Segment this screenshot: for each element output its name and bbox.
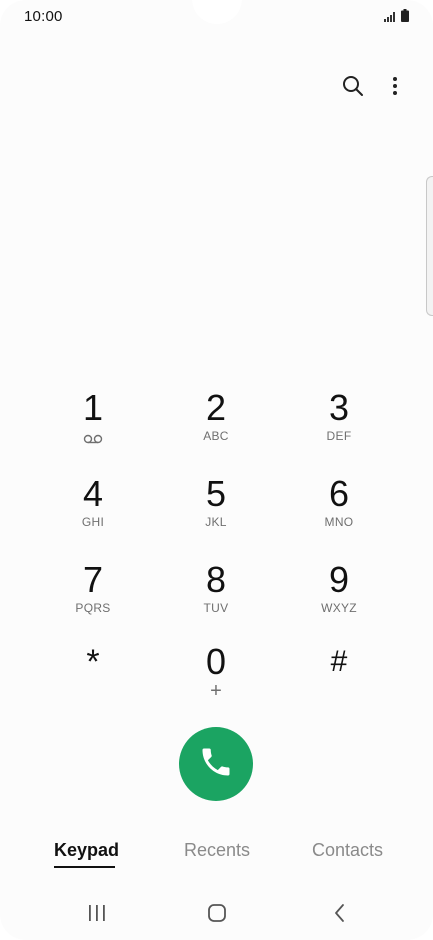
top-actions — [339, 72, 409, 100]
key-7[interactable]: 7 PQRS — [38, 560, 148, 630]
key-letters: + — [210, 680, 222, 702]
key-digit: 2 — [205, 387, 227, 428]
key-digit: 5 — [205, 473, 227, 514]
key-letters: GHI — [81, 515, 105, 529]
key-4[interactable]: 4 GHI — [38, 474, 148, 544]
key-letters: JKL — [205, 515, 227, 529]
bottom-tabs: Keypad Recents Contacts — [0, 840, 433, 876]
key-3[interactable]: 3 DEF — [284, 388, 394, 458]
back-icon[interactable] — [320, 900, 360, 926]
key-5[interactable]: 5 JKL — [161, 474, 271, 544]
status-time: 10:00 — [24, 8, 63, 25]
search-icon[interactable] — [339, 72, 367, 100]
key-digit: 1 — [82, 387, 104, 428]
key-6[interactable]: 6 MNO — [284, 474, 394, 544]
tab-recents[interactable]: Recents — [184, 840, 250, 861]
home-icon[interactable] — [197, 900, 237, 926]
battery-icon — [401, 9, 409, 27]
tab-contacts[interactable]: Contacts — [312, 840, 383, 861]
voicemail-icon — [83, 431, 103, 444]
key-digit: 4 — [82, 473, 104, 514]
more-options-icon[interactable] — [381, 72, 409, 100]
key-digit: 0 — [205, 641, 227, 682]
key-hash[interactable]: # — [284, 642, 394, 712]
key-letters: PQRS — [75, 601, 111, 615]
key-digit: 6 — [328, 473, 350, 514]
tab-keypad[interactable]: Keypad — [54, 840, 119, 861]
key-9[interactable]: 9 WXYZ — [284, 560, 394, 630]
key-digit: 7 — [82, 559, 104, 600]
navigation-bar — [0, 892, 433, 932]
key-letters: MNO — [324, 515, 354, 529]
key-digit: 8 — [205, 559, 227, 600]
key-2[interactable]: 2 ABC — [161, 388, 271, 458]
status-bar: 10:00 — [0, 0, 433, 34]
key-digit: # — [330, 645, 348, 678]
status-icons — [384, 9, 409, 27]
recent-apps-icon[interactable] — [77, 900, 117, 926]
key-digit: 9 — [328, 559, 350, 600]
key-letters: TUV — [203, 601, 229, 615]
call-button[interactable] — [179, 727, 253, 801]
phone-dialer-screen: 10:00 1 2 ABC 3 DEF 4 GHI 5 JKL 6 MNO 7 … — [0, 0, 433, 940]
key-digit: 3 — [328, 387, 350, 428]
active-tab-indicator — [54, 866, 115, 868]
key-letters: WXYZ — [321, 601, 357, 615]
key-1[interactable]: 1 — [38, 388, 148, 458]
key-letters: DEF — [326, 429, 352, 443]
key-digit: * — [86, 643, 100, 681]
phone-icon — [198, 744, 234, 785]
key-0[interactable]: 0 + — [161, 642, 271, 712]
signal-icon — [384, 9, 398, 27]
key-8[interactable]: 8 TUV — [161, 560, 271, 630]
edge-panel-handle[interactable] — [426, 176, 433, 316]
key-star[interactable]: * — [38, 642, 148, 712]
key-letters: ABC — [203, 429, 229, 443]
camera-notch — [192, 0, 242, 24]
